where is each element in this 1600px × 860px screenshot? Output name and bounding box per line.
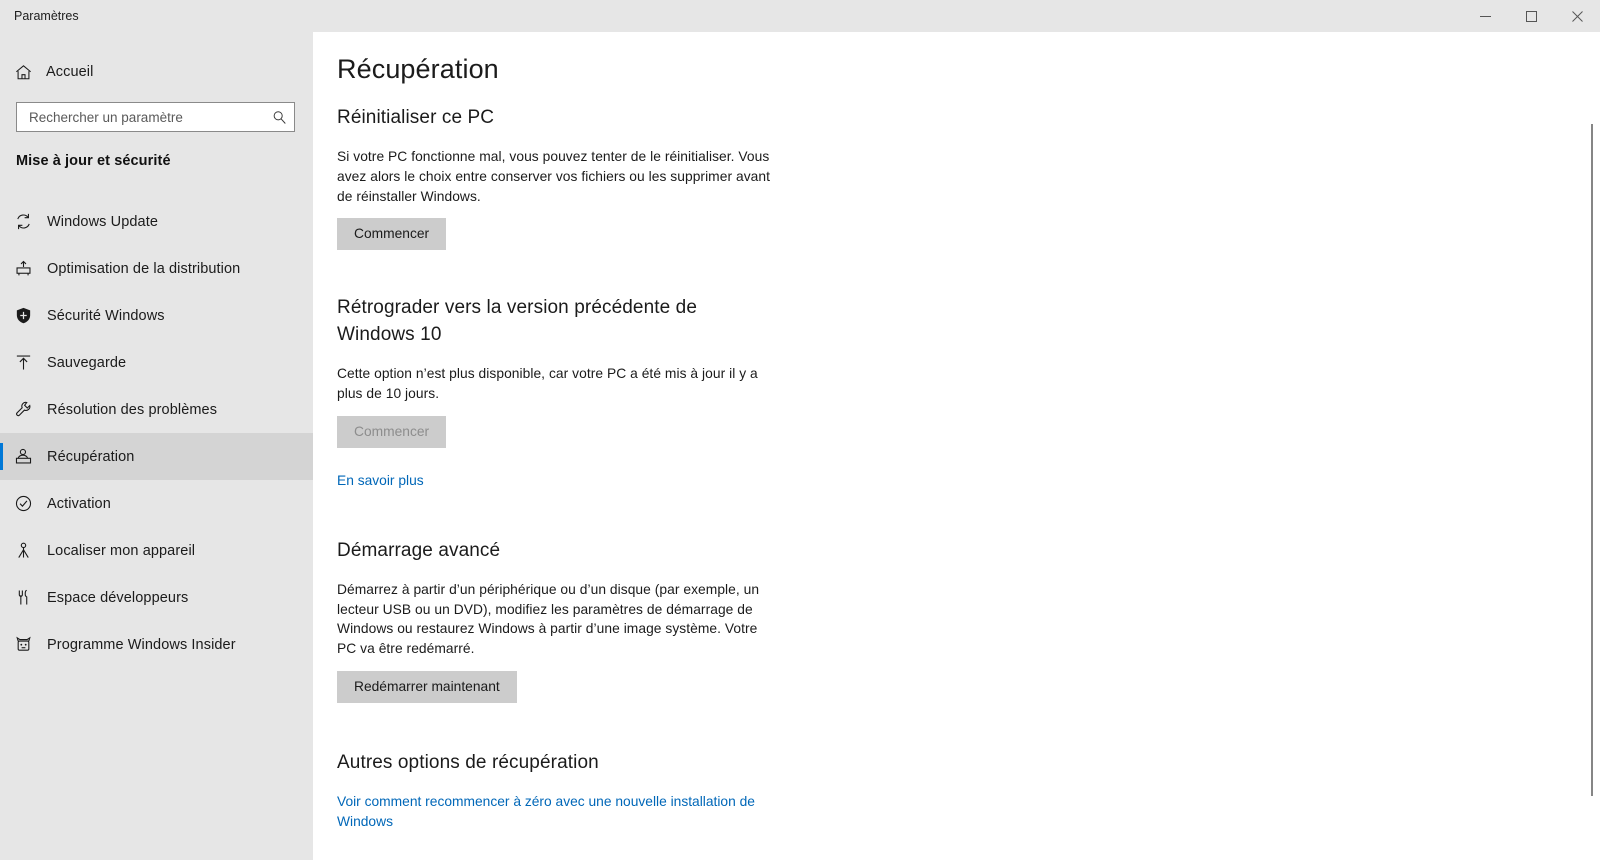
section-body: Cette option n’est plus disponible, car … [337,366,758,402]
main-column: Réinitialiser ce PC Si votre PC fonction… [337,104,777,832]
restart-now-button[interactable]: Redémarrer maintenant [337,670,517,703]
section-title: Réinitialiser ce PC [337,107,495,128]
sidebar-home-label: Accueil [46,64,94,80]
section-go-back: Rétrograder vers la version précédente d… [337,294,777,490]
sidebar-item-label: Optimisation de la distribution [47,260,241,277]
home-icon [0,63,46,82]
upload-arrow-icon [0,353,47,372]
learn-more-wrap: En savoir plus [337,471,777,491]
search-icon[interactable] [264,103,294,131]
sidebar-item-label: Résolution des problèmes [47,401,218,418]
vertical-scrollbar-thumb[interactable] [1591,124,1593,796]
sidebar-item-label: Localiser mon appareil [47,542,196,559]
shield-icon [0,306,47,325]
sidebar-item-activation[interactable]: Activation [0,480,313,527]
check-circle-icon [0,494,47,513]
sidebar-item-windows-update[interactable]: Windows Update [0,198,313,245]
sidebar-item-home[interactable]: Accueil [0,55,313,89]
minimize-button[interactable] [1462,0,1508,32]
section-body: Si votre PC fonctionne mal, vous pouvez … [337,149,770,204]
section-title: Démarrage avancé [337,539,501,561]
selection-accent-bar [0,443,3,470]
maximize-button[interactable] [1508,0,1554,32]
sidebar-item-developers[interactable]: Espace développeurs [0,574,313,621]
sidebar-item-label: Activation [47,495,111,512]
search-input[interactable] [17,104,264,130]
page-title: Récupération [337,54,499,84]
sidebar-item-windows-security[interactable]: Sécurité Windows [0,292,313,339]
sync-icon [0,212,47,231]
section-body: Démarrez à partir d’un périphérique ou d… [337,581,760,657]
content-area: Récupération Réinitialiser ce PC Si votr… [313,32,1600,860]
developer-tools-icon [0,588,47,607]
section-advanced-startup: Démarrage avancé Démarrez à partir d’un … [337,537,777,703]
settings-window: Paramètres Accueil Rechercher un paramèt… [0,0,1600,860]
sidebar-item-backup[interactable]: Sauvegarde [0,339,313,386]
section-title: Rétrograder vers la version précédente d… [337,297,698,346]
go-back-start-button[interactable]: Commencer [337,415,447,448]
delivery-optimization-icon [0,259,47,278]
reset-pc-start-button[interactable]: Commencer [337,218,447,251]
wrench-icon [0,400,47,419]
sidebar-item-label: Sauvegarde [47,354,127,371]
sidebar-item-troubleshoot[interactable]: Résolution des problèmes [0,386,313,433]
sidebar-item-windows-insider[interactable]: Programme Windows Insider [0,621,313,668]
sidebar-item-label: Programme Windows Insider [47,636,236,653]
section-more-recovery-options: Autres options de récupération Voir comm… [337,749,777,832]
close-button[interactable] [1554,0,1600,32]
sidebar-item-label: Espace développeurs [47,589,189,606]
recovery-icon [0,447,47,466]
sidebar-item-label: Sécurité Windows [47,307,165,324]
fresh-start-link[interactable]: Voir comment recommencer à zéro avec une… [337,794,755,829]
insider-icon [0,635,47,654]
sidebar-item-label: Récupération [47,448,135,465]
sidebar-item-label: Windows Update [47,213,159,230]
section-title: Autres options de récupération [337,751,599,773]
sidebar-item-delivery-optimization[interactable]: Optimisation de la distribution [0,245,313,292]
minimize-icon [1479,15,1491,17]
find-device-icon [0,541,47,560]
sidebar-group-title: Mise à jour et sécurité [16,153,171,169]
maximize-icon [1525,10,1537,22]
window-title: Paramètres [14,9,79,23]
sidebar: Accueil Mise à jour et sécurité [0,0,313,860]
sidebar-nav: Windows Update Optimisation de la distri… [0,198,313,668]
sidebar-item-recovery[interactable]: Récupération [0,433,313,480]
close-icon [1571,10,1583,22]
search-box[interactable] [16,102,295,132]
vertical-scrollbar-track[interactable] [1584,64,1600,860]
window-controls [1462,0,1600,32]
section-reset-pc: Réinitialiser ce PC Si votre PC fonction… [337,104,777,251]
sidebar-item-find-my-device[interactable]: Localiser mon appareil [0,527,313,574]
learn-more-link[interactable]: En savoir plus [337,473,424,488]
title-bar: Paramètres [0,0,1600,32]
